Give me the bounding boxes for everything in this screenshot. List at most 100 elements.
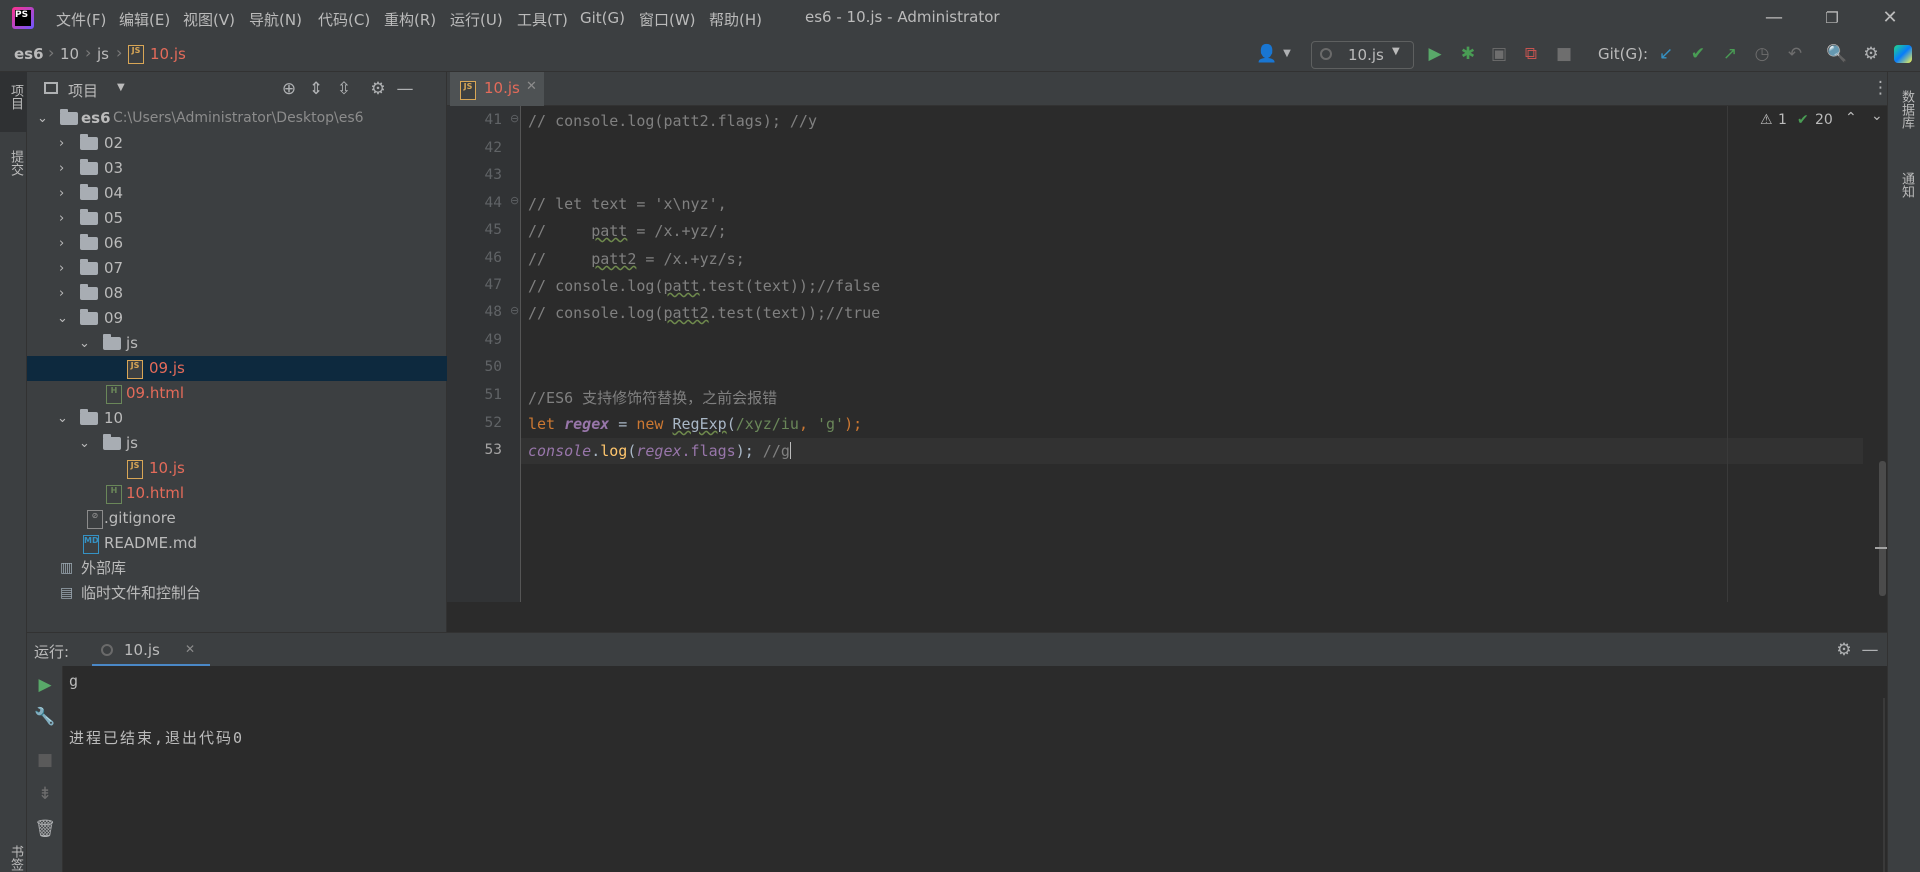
previous-highlight-icon[interactable]: ⌃: [1845, 110, 1857, 126]
bookmarks-tool-button[interactable]: 书签: [0, 837, 27, 872]
menu-code[interactable]: 代码(C): [318, 9, 370, 30]
close-tab-icon[interactable]: ✕: [526, 79, 537, 94]
tree-item[interactable]: ▤ 临时文件和控制台: [27, 581, 447, 606]
menu-navigate[interactable]: 导航(N): [249, 9, 302, 30]
coverage-icon[interactable]: ▣: [1488, 43, 1510, 65]
profile-icon[interactable]: ⧉: [1520, 43, 1542, 65]
gear-icon[interactable]: ⚙: [1833, 639, 1855, 661]
line-number: 52: [484, 415, 502, 431]
tree-item[interactable]: ⌄ js: [27, 331, 447, 356]
menu-refactor[interactable]: 重构(R): [384, 9, 436, 30]
gear-icon[interactable]: ⚙: [367, 78, 389, 100]
breadcrumb-js[interactable]: js: [97, 45, 109, 63]
database-tool-button[interactable]: 数据库: [1888, 78, 1920, 148]
tree-item-selected[interactable]: JS 09.js: [27, 356, 447, 381]
search-icon[interactable]: 🔍: [1826, 43, 1848, 65]
debug-icon[interactable]: ✱: [1457, 43, 1479, 65]
tree-item[interactable]: ⊘ .gitignore: [27, 506, 447, 531]
menu-run[interactable]: 运行(U): [450, 9, 503, 30]
menu-file[interactable]: 文件(F): [56, 9, 106, 30]
tree-root[interactable]: ⌄ es6 C:\Users\Administrator\Desktop\es6: [27, 106, 447, 131]
tree-item[interactable]: › 02: [27, 131, 447, 156]
tree-item[interactable]: › 03: [27, 156, 447, 181]
rollback-icon[interactable]: ↶: [1784, 43, 1806, 65]
line-number: 46: [484, 250, 502, 266]
close-icon[interactable]: ✕: [1870, 4, 1910, 32]
tree-item[interactable]: ⌄ js: [27, 431, 447, 456]
stop-icon[interactable]: ■: [1553, 43, 1575, 65]
trash-icon[interactable]: 🗑: [34, 818, 56, 840]
tree-item-label: 02: [104, 134, 124, 152]
tree-item[interactable]: H 10.html: [27, 481, 447, 506]
menu-edit[interactable]: 编辑(E): [119, 9, 170, 30]
notifications-tool-button[interactable]: 通知: [1888, 160, 1920, 220]
user-icon[interactable]: 👤: [1256, 43, 1278, 65]
menu-view[interactable]: 视图(V): [183, 9, 235, 30]
tree-item[interactable]: › 08: [27, 281, 447, 306]
console-scrollbar[interactable]: [1883, 698, 1885, 872]
editor-scrollbar[interactable]: [1879, 461, 1886, 596]
toolbox-icon[interactable]: [1894, 45, 1912, 63]
menu-window[interactable]: 窗口(W): [639, 9, 696, 30]
git-update-icon[interactable]: ↙: [1655, 43, 1677, 65]
rerun-icon[interactable]: ▶: [34, 674, 56, 696]
menu-git[interactable]: Git(G): [580, 9, 625, 27]
hide-icon[interactable]: —: [394, 78, 416, 100]
project-panel-title[interactable]: 项目: [68, 80, 98, 101]
gear-icon[interactable]: ⚙: [1860, 43, 1882, 65]
chevron-down-icon[interactable]: ▼: [117, 82, 125, 93]
warning-icon[interactable]: ⚠: [1760, 112, 1773, 128]
run-config-select[interactable]: 10.js ▼: [1311, 41, 1414, 69]
scroll-to-end-icon[interactable]: ⇟: [34, 783, 56, 805]
run-tab-label: 10.js: [124, 641, 160, 659]
menu-help[interactable]: 帮助(H): [709, 9, 762, 30]
js-file-icon: JS: [127, 460, 143, 479]
fold-icon[interactable]: ⊖: [510, 304, 519, 317]
expand-all-icon[interactable]: ⇕: [305, 78, 327, 100]
next-highlight-icon[interactable]: ⌄: [1871, 108, 1883, 124]
tree-item[interactable]: › 06: [27, 231, 447, 256]
chevron-right-icon: ›: [59, 236, 65, 251]
breadcrumb-es6[interactable]: es6: [14, 45, 44, 63]
tree-item[interactable]: › 07: [27, 256, 447, 281]
fold-icon[interactable]: ⊖: [510, 112, 519, 125]
chevron-down-icon: ▼: [1392, 46, 1400, 57]
collapse-all-icon[interactable]: ⇳: [333, 78, 355, 100]
tree-item[interactable]: › 05: [27, 206, 447, 231]
check-count: 20: [1815, 112, 1833, 128]
wrench-icon[interactable]: 🔧: [34, 706, 56, 728]
minimize-icon[interactable]: —: [1754, 4, 1794, 32]
stop-icon[interactable]: ■: [34, 749, 56, 771]
git-push-icon[interactable]: ↗: [1719, 43, 1741, 65]
tree-item[interactable]: MD README.md: [27, 531, 447, 556]
code-line: // let text = 'x\nyz',: [528, 195, 727, 213]
tree-item[interactable]: ⌄ 09: [27, 306, 447, 331]
locate-icon[interactable]: ⊕: [278, 78, 300, 100]
project-tool-button[interactable]: 项目: [0, 72, 27, 132]
console-output[interactable]: g 进程已结束,退出代码0: [63, 666, 1887, 872]
js-file-icon: JS: [460, 81, 476, 100]
tree-item[interactable]: JS 10.js: [27, 456, 447, 481]
menu-tools[interactable]: 工具(T): [517, 9, 568, 30]
breadcrumb-10[interactable]: 10: [60, 45, 79, 63]
run-icon[interactable]: ▶: [1424, 43, 1446, 65]
tree-item[interactable]: ▥ 外部库: [27, 556, 447, 581]
tree-item[interactable]: ⌄ 10: [27, 406, 447, 431]
tree-item[interactable]: › 04: [27, 181, 447, 206]
run-tab[interactable]: 10.js ✕: [92, 633, 210, 667]
check-icon[interactable]: ✔: [1797, 112, 1809, 128]
code-token: new: [636, 415, 664, 433]
code-editor[interactable]: 41 42 43 44 45 46 47 48 49 50 51 52 53 ⊖…: [447, 106, 1887, 632]
history-icon[interactable]: ◷: [1751, 43, 1773, 65]
commit-tool-button[interactable]: 提交: [0, 142, 27, 202]
fold-icon[interactable]: ⊖: [510, 194, 519, 207]
editor-tab-active[interactable]: JS 10.js ✕: [450, 72, 544, 109]
git-commit-icon[interactable]: ✔: [1687, 43, 1709, 65]
hide-icon[interactable]: —: [1859, 639, 1881, 661]
chevron-down-icon[interactable]: ▼: [1276, 43, 1298, 65]
code-token: //g: [753, 442, 790, 460]
tree-item[interactable]: H 09.html: [27, 381, 447, 406]
close-tab-icon[interactable]: ✕: [185, 642, 195, 656]
restore-icon[interactable]: ❐: [1812, 4, 1852, 32]
breadcrumb-file[interactable]: 10.js: [150, 45, 186, 63]
